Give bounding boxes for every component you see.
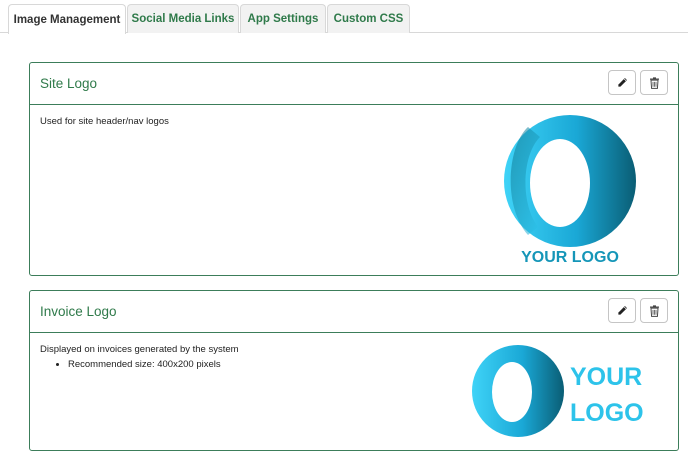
invoice-logo-text-line1: YOUR xyxy=(570,363,642,391)
invoice-logo-text-line2: LOGO xyxy=(570,399,644,427)
site-logo-card-header: Site Logo xyxy=(30,63,678,105)
tab-bar: Image Management Social Media Links App … xyxy=(0,0,688,34)
edit-invoice-logo-button[interactable] xyxy=(608,298,636,323)
invoice-logo-title: Invoice Logo xyxy=(40,304,117,319)
trash-icon xyxy=(649,76,659,89)
invoice-logo-card: Invoice Logo Displayed on invoices gener… xyxy=(29,290,679,451)
site-logo-card: Site Logo Used for site header/nav logos xyxy=(29,62,679,276)
invoice-logo-card-body: Displayed on invoices generated by the s… xyxy=(30,333,678,450)
site-logo-text: YOUR LOGO xyxy=(521,249,619,266)
invoice-logo-card-header: Invoice Logo xyxy=(30,291,678,333)
delete-site-logo-button[interactable] xyxy=(640,70,668,95)
edit-site-logo-button[interactable] xyxy=(608,70,636,95)
pencil-icon xyxy=(617,78,627,87)
invoice-logo-image: YOUR LOGO xyxy=(472,345,644,437)
tab-social-media-links[interactable]: Social Media Links xyxy=(127,4,239,33)
tab-custom-css[interactable]: Custom CSS xyxy=(327,4,410,33)
trash-icon xyxy=(649,304,659,317)
site-logo-card-body: Used for site header/nav logos YOUR LOGO xyxy=(30,105,678,275)
delete-invoice-logo-button[interactable] xyxy=(640,298,668,323)
pencil-icon xyxy=(617,306,627,315)
site-logo-image: YOUR LOGO xyxy=(504,115,636,266)
tab-app-settings[interactable]: App Settings xyxy=(240,4,326,33)
site-logo-title: Site Logo xyxy=(40,76,98,91)
tab-image-management[interactable]: Image Management xyxy=(8,4,126,34)
